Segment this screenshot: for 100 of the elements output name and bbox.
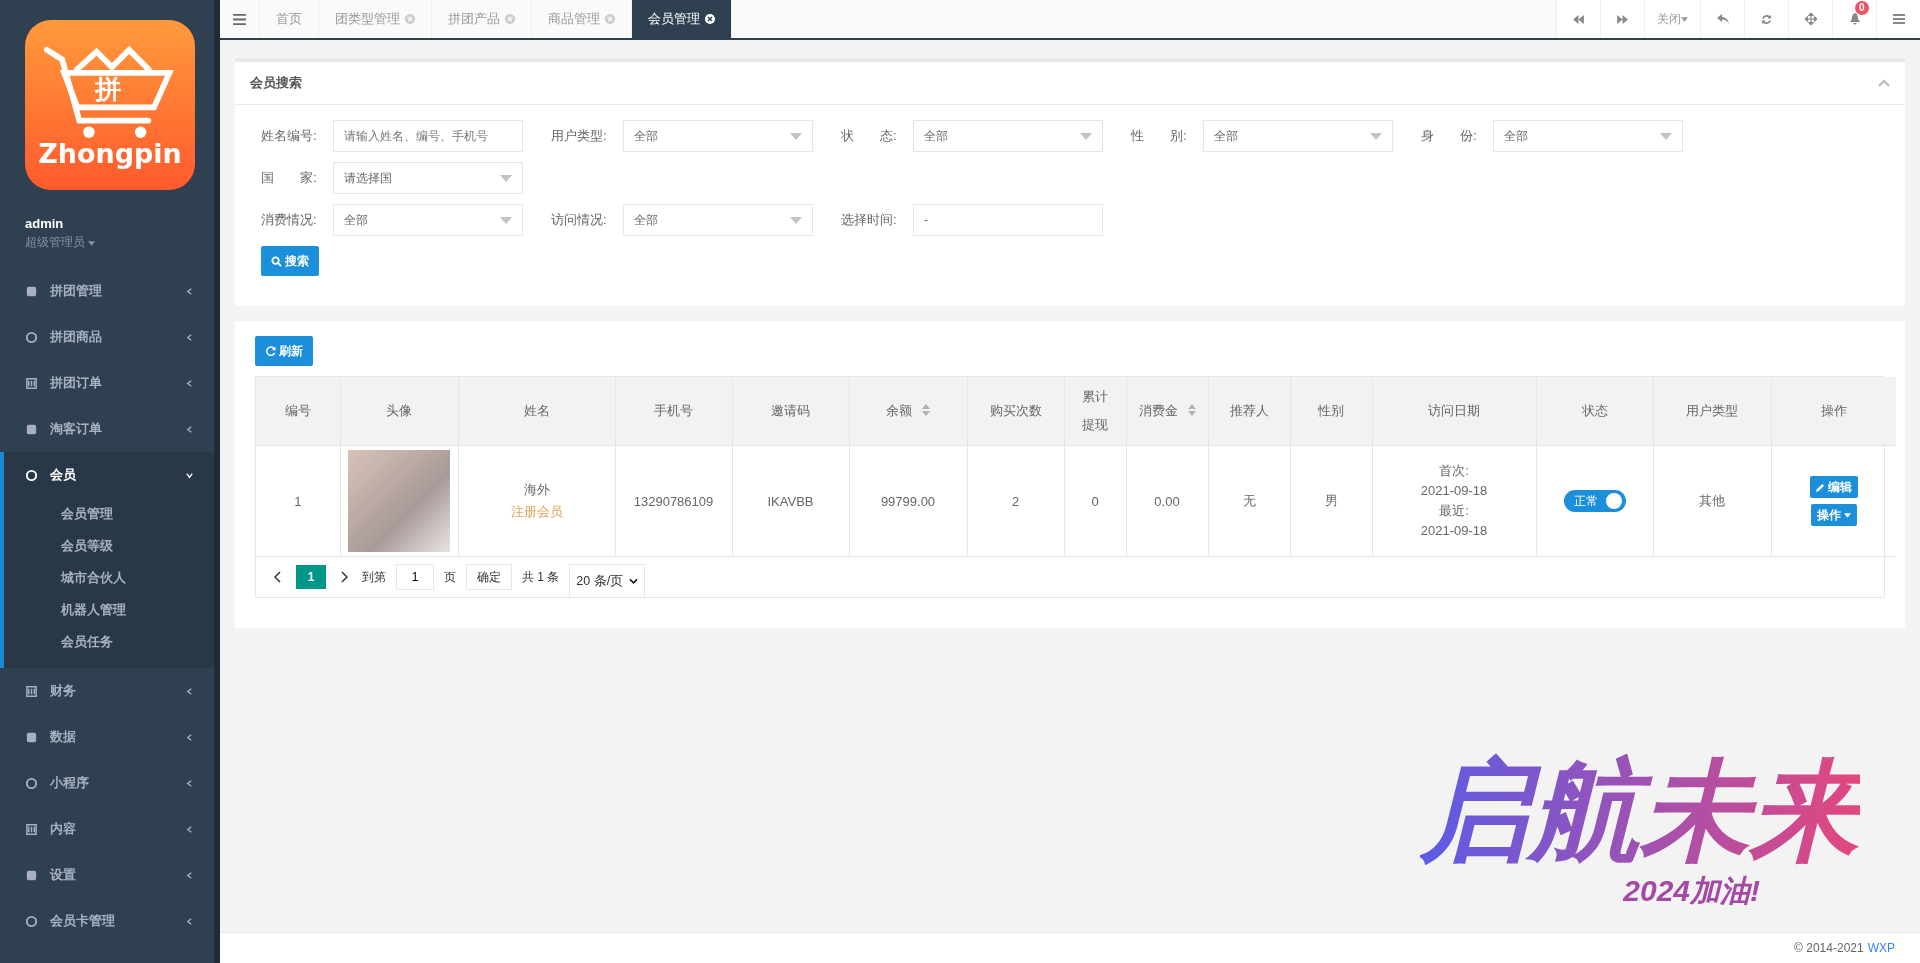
sidebar-item[interactable]: 拼团商品	[0, 314, 214, 360]
field-label: 访问情况:	[551, 211, 608, 229]
select-field[interactable]: 请选择国	[333, 162, 523, 194]
column-header: 购买次数	[967, 377, 1064, 446]
select-field[interactable]: 全部	[1493, 120, 1683, 152]
chevron-left-icon	[185, 286, 194, 296]
sidebar-item[interactable]: 会员	[4, 452, 214, 498]
chevron-left-icon	[185, 916, 194, 926]
logo-name: Zhongpin	[37, 138, 183, 169]
search-button[interactable]: 搜索	[261, 246, 319, 276]
chevron-down-icon	[629, 578, 639, 584]
select-field[interactable]: 全部	[623, 204, 813, 236]
chevron-left-icon	[185, 332, 194, 342]
chevron-left-icon	[185, 378, 194, 388]
sidebar-item[interactable]: 淘客订单	[0, 406, 214, 452]
sidebar-item[interactable]: 拼团订单	[0, 360, 214, 406]
caret-icon	[790, 216, 802, 224]
input-field[interactable]: 请输入姓名、编号、手机号	[333, 120, 523, 152]
column-header: 访问日期	[1372, 377, 1536, 446]
sidebar-item[interactable]: 会员卡管理	[0, 898, 214, 944]
copyright-text: © 2014-2021	[1794, 941, 1864, 955]
sidebar-item[interactable]: 数据	[0, 714, 214, 760]
user-name: admin	[25, 216, 65, 231]
confirm-button[interactable]: 确定	[466, 564, 512, 590]
submenu-item[interactable]: 会员等级	[4, 530, 214, 562]
refresh-icon	[265, 345, 276, 357]
select-field[interactable]: 全部	[1203, 120, 1393, 152]
field-label: 用户类型:	[551, 127, 608, 145]
scroll-left-button[interactable]	[1556, 0, 1600, 38]
cart-icon	[43, 44, 177, 140]
panel-title: 会员搜索	[250, 74, 302, 92]
close-icon	[705, 14, 715, 24]
caret-icon	[1080, 132, 1092, 140]
page-number[interactable]: 1	[296, 565, 326, 589]
chevron-up-icon[interactable]	[1878, 79, 1890, 87]
select-field[interactable]: 全部	[623, 120, 813, 152]
submenu-item[interactable]: 会员任务	[4, 626, 214, 658]
sidebar-item[interactable]: 财务	[0, 668, 214, 714]
field-label: 选择时间:	[841, 211, 898, 229]
chevron-left-icon	[185, 424, 194, 434]
submenu-item[interactable]: 会员管理	[4, 498, 214, 530]
column-header: 余额	[849, 377, 967, 446]
page-unit: 页	[444, 568, 456, 586]
input-field[interactable]: -	[913, 204, 1103, 236]
refresh-button[interactable]	[1744, 0, 1788, 38]
back-button[interactable]	[1700, 0, 1744, 38]
sort-icon[interactable]	[922, 404, 930, 416]
column-header: 编号	[256, 377, 340, 446]
status-switch[interactable]: 正常	[1563, 490, 1626, 512]
refresh-button[interactable]: 刷新	[255, 336, 313, 366]
page-tab[interactable]: 首页	[260, 0, 319, 38]
page-size-select[interactable]: 20 条/页	[569, 564, 646, 597]
page-input[interactable]: 1	[396, 564, 434, 590]
notification-button[interactable]: 0	[1832, 0, 1876, 38]
close-icon	[405, 14, 415, 24]
column-header: 手机号	[615, 377, 732, 446]
page-tab[interactable]: 团类型管理	[319, 0, 432, 38]
sidebar-item[interactable]: 小程序	[0, 760, 214, 806]
submenu-item[interactable]: 城市合伙人	[4, 562, 214, 594]
sidebar-item[interactable]: 内容	[0, 806, 214, 852]
field-label: 国 家:	[261, 169, 318, 187]
sidebar-item[interactable]: 拼团管理	[0, 268, 214, 314]
sort-icon[interactable]	[1187, 404, 1196, 416]
chevron-left-icon	[185, 824, 194, 834]
chevron-left-icon	[185, 732, 194, 742]
page-tab[interactable]: 会员管理	[632, 0, 732, 38]
caret-icon	[1843, 512, 1851, 518]
chevron-left-icon	[185, 778, 194, 788]
column-header: 姓名	[458, 377, 615, 446]
menu-icon	[233, 13, 246, 25]
close-tabs-dropdown[interactable]: 关闭	[1644, 0, 1700, 38]
chevron-left-icon	[185, 870, 194, 880]
edit-button[interactable]: 编辑	[1809, 476, 1858, 498]
caret-icon	[88, 241, 96, 246]
caret-icon	[790, 132, 802, 140]
field-label: 性 别:	[1131, 127, 1188, 145]
field-label: 消费情况:	[261, 211, 318, 229]
double-left-icon	[1573, 14, 1584, 24]
move-icon	[1804, 13, 1817, 25]
submenu-item[interactable]: 机器人管理	[4, 594, 214, 626]
field-label: 状 态:	[841, 127, 898, 145]
refresh-icon	[1761, 13, 1772, 25]
select-field[interactable]: 全部	[913, 120, 1103, 152]
user-role-dropdown[interactable]: 超级管理员	[25, 234, 214, 251]
caret-icon	[1370, 132, 1382, 140]
double-right-icon	[1617, 14, 1628, 24]
column-header: 用户类型	[1653, 377, 1771, 446]
operations-dropdown[interactable]: 操作	[1810, 504, 1857, 526]
caret-icon	[1681, 16, 1688, 22]
page-tab[interactable]: 拼团产品	[432, 0, 532, 38]
chevron-left-icon	[185, 686, 194, 696]
sidebar-item[interactable]: 设置	[0, 852, 214, 898]
footer-link[interactable]: WXP	[1867, 941, 1895, 955]
caret-icon	[500, 216, 512, 224]
close-icon	[605, 14, 615, 24]
select-field[interactable]: 全部	[333, 204, 523, 236]
scroll-right-button[interactable]	[1600, 0, 1644, 38]
column-header: 操作	[1771, 377, 1896, 446]
fullscreen-button[interactable]	[1788, 0, 1832, 38]
options-button[interactable]	[1876, 0, 1920, 38]
